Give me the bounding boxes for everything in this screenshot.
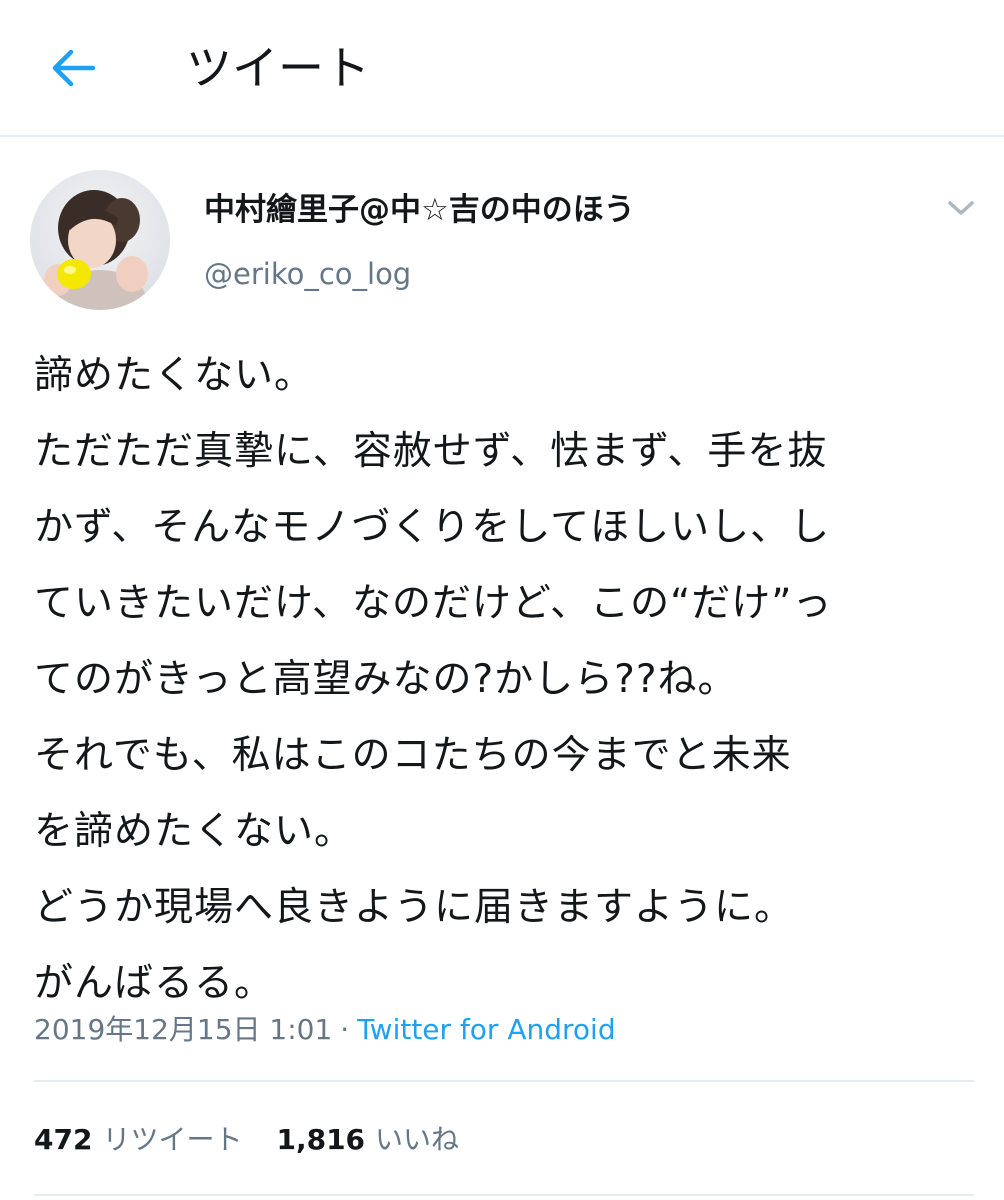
divider [34, 1194, 974, 1196]
top-bar: ツイート [0, 0, 1004, 137]
avatar-photo [30, 170, 170, 310]
tweet-meta: 2019年12月15日 1:01 · Twitter for Android [34, 1008, 616, 1052]
retweets-count: 472 [34, 1123, 93, 1156]
tweet-line: かず、そんなモノづくりをしてほしいし、し [34, 505, 831, 550]
tweet-menu-button[interactable] [938, 188, 984, 228]
meta-separator: · [340, 1013, 350, 1046]
tweet-line: ていきたいだけ、なのだけど、この“だけ”っ [34, 581, 833, 626]
likes-stat[interactable]: 1,816 いいね [276, 1123, 493, 1156]
tweet-stats: 472 リツイート 1,816 いいね [34, 1118, 493, 1162]
retweets-label: リツイート [102, 1123, 243, 1156]
back-button[interactable] [40, 40, 104, 96]
divider [34, 1080, 974, 1082]
tweet-timestamp[interactable]: 2019年12月15日 1:01 [34, 1013, 332, 1046]
tweet-line: を諦めたくない。 [34, 809, 355, 854]
author-handle[interactable]: @eriko_co_log [204, 252, 411, 296]
retweets-stat[interactable]: 472 リツイート [34, 1123, 276, 1156]
page-title: ツイート [186, 41, 370, 95]
chevron-down-icon [948, 201, 974, 215]
avatar[interactable] [30, 170, 170, 310]
tweet-text: 諦めたくない。 ただただ真摯に、容赦せず、怯まず、手を抜 かず、そんなモノづくり… [34, 338, 984, 1022]
author-display-name[interactable]: 中村繪里子@中☆吉の中のほう [204, 188, 635, 232]
tweet-line: ただただ真摯に、容赦せず、怯まず、手を抜 [34, 429, 828, 474]
tweet-line: それでも、私はこのコたちの今までと未来 [34, 733, 792, 778]
tweet-line: てのがきっと高望みなの?かしら??ね。 [34, 657, 738, 702]
likes-count: 1,816 [276, 1123, 366, 1156]
tweet-source-link[interactable]: Twitter for Android [357, 1013, 615, 1046]
likes-label: いいね [375, 1123, 460, 1156]
tweet-line: どうか現場へ良きように届きますように。 [34, 885, 795, 930]
tweet-line: 諦めたくない。 [34, 353, 315, 398]
arrow-left-icon [52, 49, 95, 87]
